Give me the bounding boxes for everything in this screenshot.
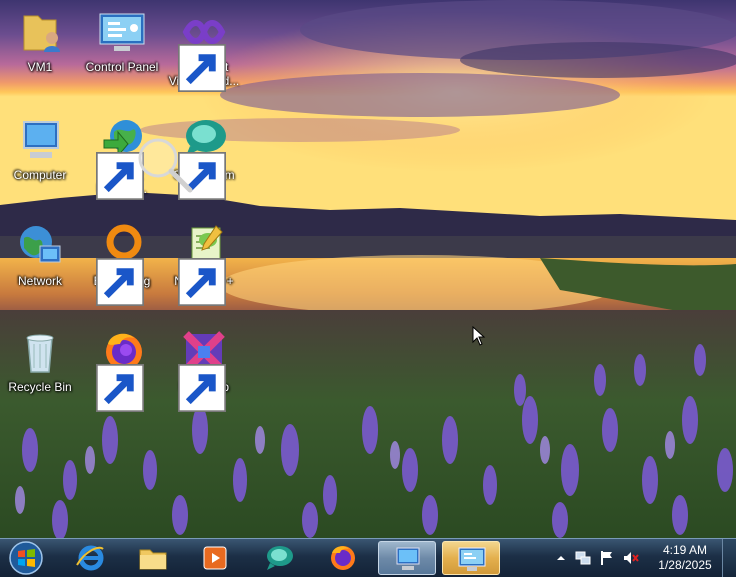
visual-studio-icon — [178, 8, 228, 92]
desktop-icon-internet-download-manager[interactable]: Internet Downlo... — [82, 110, 162, 206]
firefox-icon — [331, 546, 355, 570]
taskbar-media-player[interactable] — [186, 541, 244, 575]
mouse-pointer-icon — [472, 326, 486, 346]
desktop-icon-computer[interactable]: Computer — [0, 110, 80, 206]
shortcut-arrow-icon — [96, 364, 144, 412]
shortcut-arrow-icon — [178, 152, 226, 200]
notepad-plus-plus-icon — [178, 222, 228, 306]
desktop-icon-network[interactable]: Network — [0, 216, 80, 312]
taskbar-control-panel[interactable] — [442, 541, 500, 575]
clock-time: 4:19 AM — [662, 543, 708, 557]
shortcut-arrow-icon — [96, 258, 144, 306]
desktop-icon-label: Control Panel — [85, 60, 159, 74]
control-panel-icon — [98, 8, 146, 56]
desktop-icon-everything[interactable]: Everything — [82, 216, 162, 312]
supermium-icon — [267, 546, 293, 570]
desktop: VM1 Computer Network Recycle Bin Control… — [0, 0, 736, 538]
taskbar-file-explorer[interactable] — [124, 541, 182, 575]
volume-muted-icon[interactable] — [622, 549, 640, 567]
taskbar-supermium[interactable] — [250, 541, 308, 575]
desktop-icon-label: Computer — [13, 168, 67, 182]
windows-start-orb-icon — [9, 541, 43, 575]
taskbar-internet-explorer[interactable] — [62, 541, 120, 575]
internet-explorer-icon — [76, 545, 104, 571]
firefox-icon — [96, 328, 146, 412]
desktop-icon-recycle-bin[interactable]: Recycle Bin — [0, 322, 80, 418]
media-player-icon — [203, 546, 227, 570]
folder-icon — [139, 549, 167, 570]
internet-download-manager-icon — [96, 116, 146, 200]
desktop-icon-control-panel[interactable]: Control Panel — [82, 2, 162, 98]
recycle-bin-icon — [16, 328, 64, 376]
shortcut-arrow-icon — [178, 364, 226, 412]
desktop-icon-firefox[interactable]: Firefox — [82, 322, 162, 418]
show-desktop-button[interactable] — [722, 539, 736, 577]
network-tray-icon[interactable] — [574, 549, 592, 567]
action-center-flag-icon[interactable] — [598, 549, 616, 567]
taskbar-firefox[interactable] — [314, 541, 372, 575]
taskbar: 4:19 AM 1/28/2025 — [0, 538, 736, 577]
shortcut-arrow-icon — [96, 152, 144, 200]
show-hidden-icons-chevron-icon[interactable] — [552, 549, 570, 567]
everything-search-icon — [96, 222, 146, 306]
desktop-icon-notepad-plus-plus[interactable]: Notepad++ — [164, 216, 244, 312]
system-tray — [548, 541, 658, 575]
desktop-icon-bloxstrap[interactable]: Bloxstrap — [164, 322, 244, 418]
desktop-icon-supermium[interactable]: Supermium — [164, 110, 244, 206]
start-button[interactable] — [6, 540, 46, 576]
desktop-icon-vm1[interactable]: VM1 — [0, 2, 80, 98]
supermium-icon — [178, 116, 228, 200]
shortcut-arrow-icon — [178, 44, 226, 92]
control-panel-icon — [458, 547, 486, 571]
taskbar-computer[interactable] — [378, 541, 436, 575]
desktop-icon-label: Network — [17, 274, 62, 288]
user-folder-icon — [16, 8, 64, 56]
clock-date: 1/28/2025 — [658, 558, 712, 572]
desktop-icon-label: VM1 — [27, 60, 53, 74]
computer-icon — [16, 116, 64, 164]
desktop-icon-label: Recycle Bin — [8, 380, 72, 394]
network-icon — [16, 222, 64, 270]
bloxstrap-icon — [178, 328, 228, 412]
computer-icon — [396, 547, 420, 570]
clock[interactable]: 4:19 AM 1/28/2025 — [654, 543, 716, 573]
desktop-icon-visual-studio[interactable]: Microsoft Visual Stud... — [164, 2, 244, 98]
shortcut-arrow-icon — [178, 258, 226, 306]
